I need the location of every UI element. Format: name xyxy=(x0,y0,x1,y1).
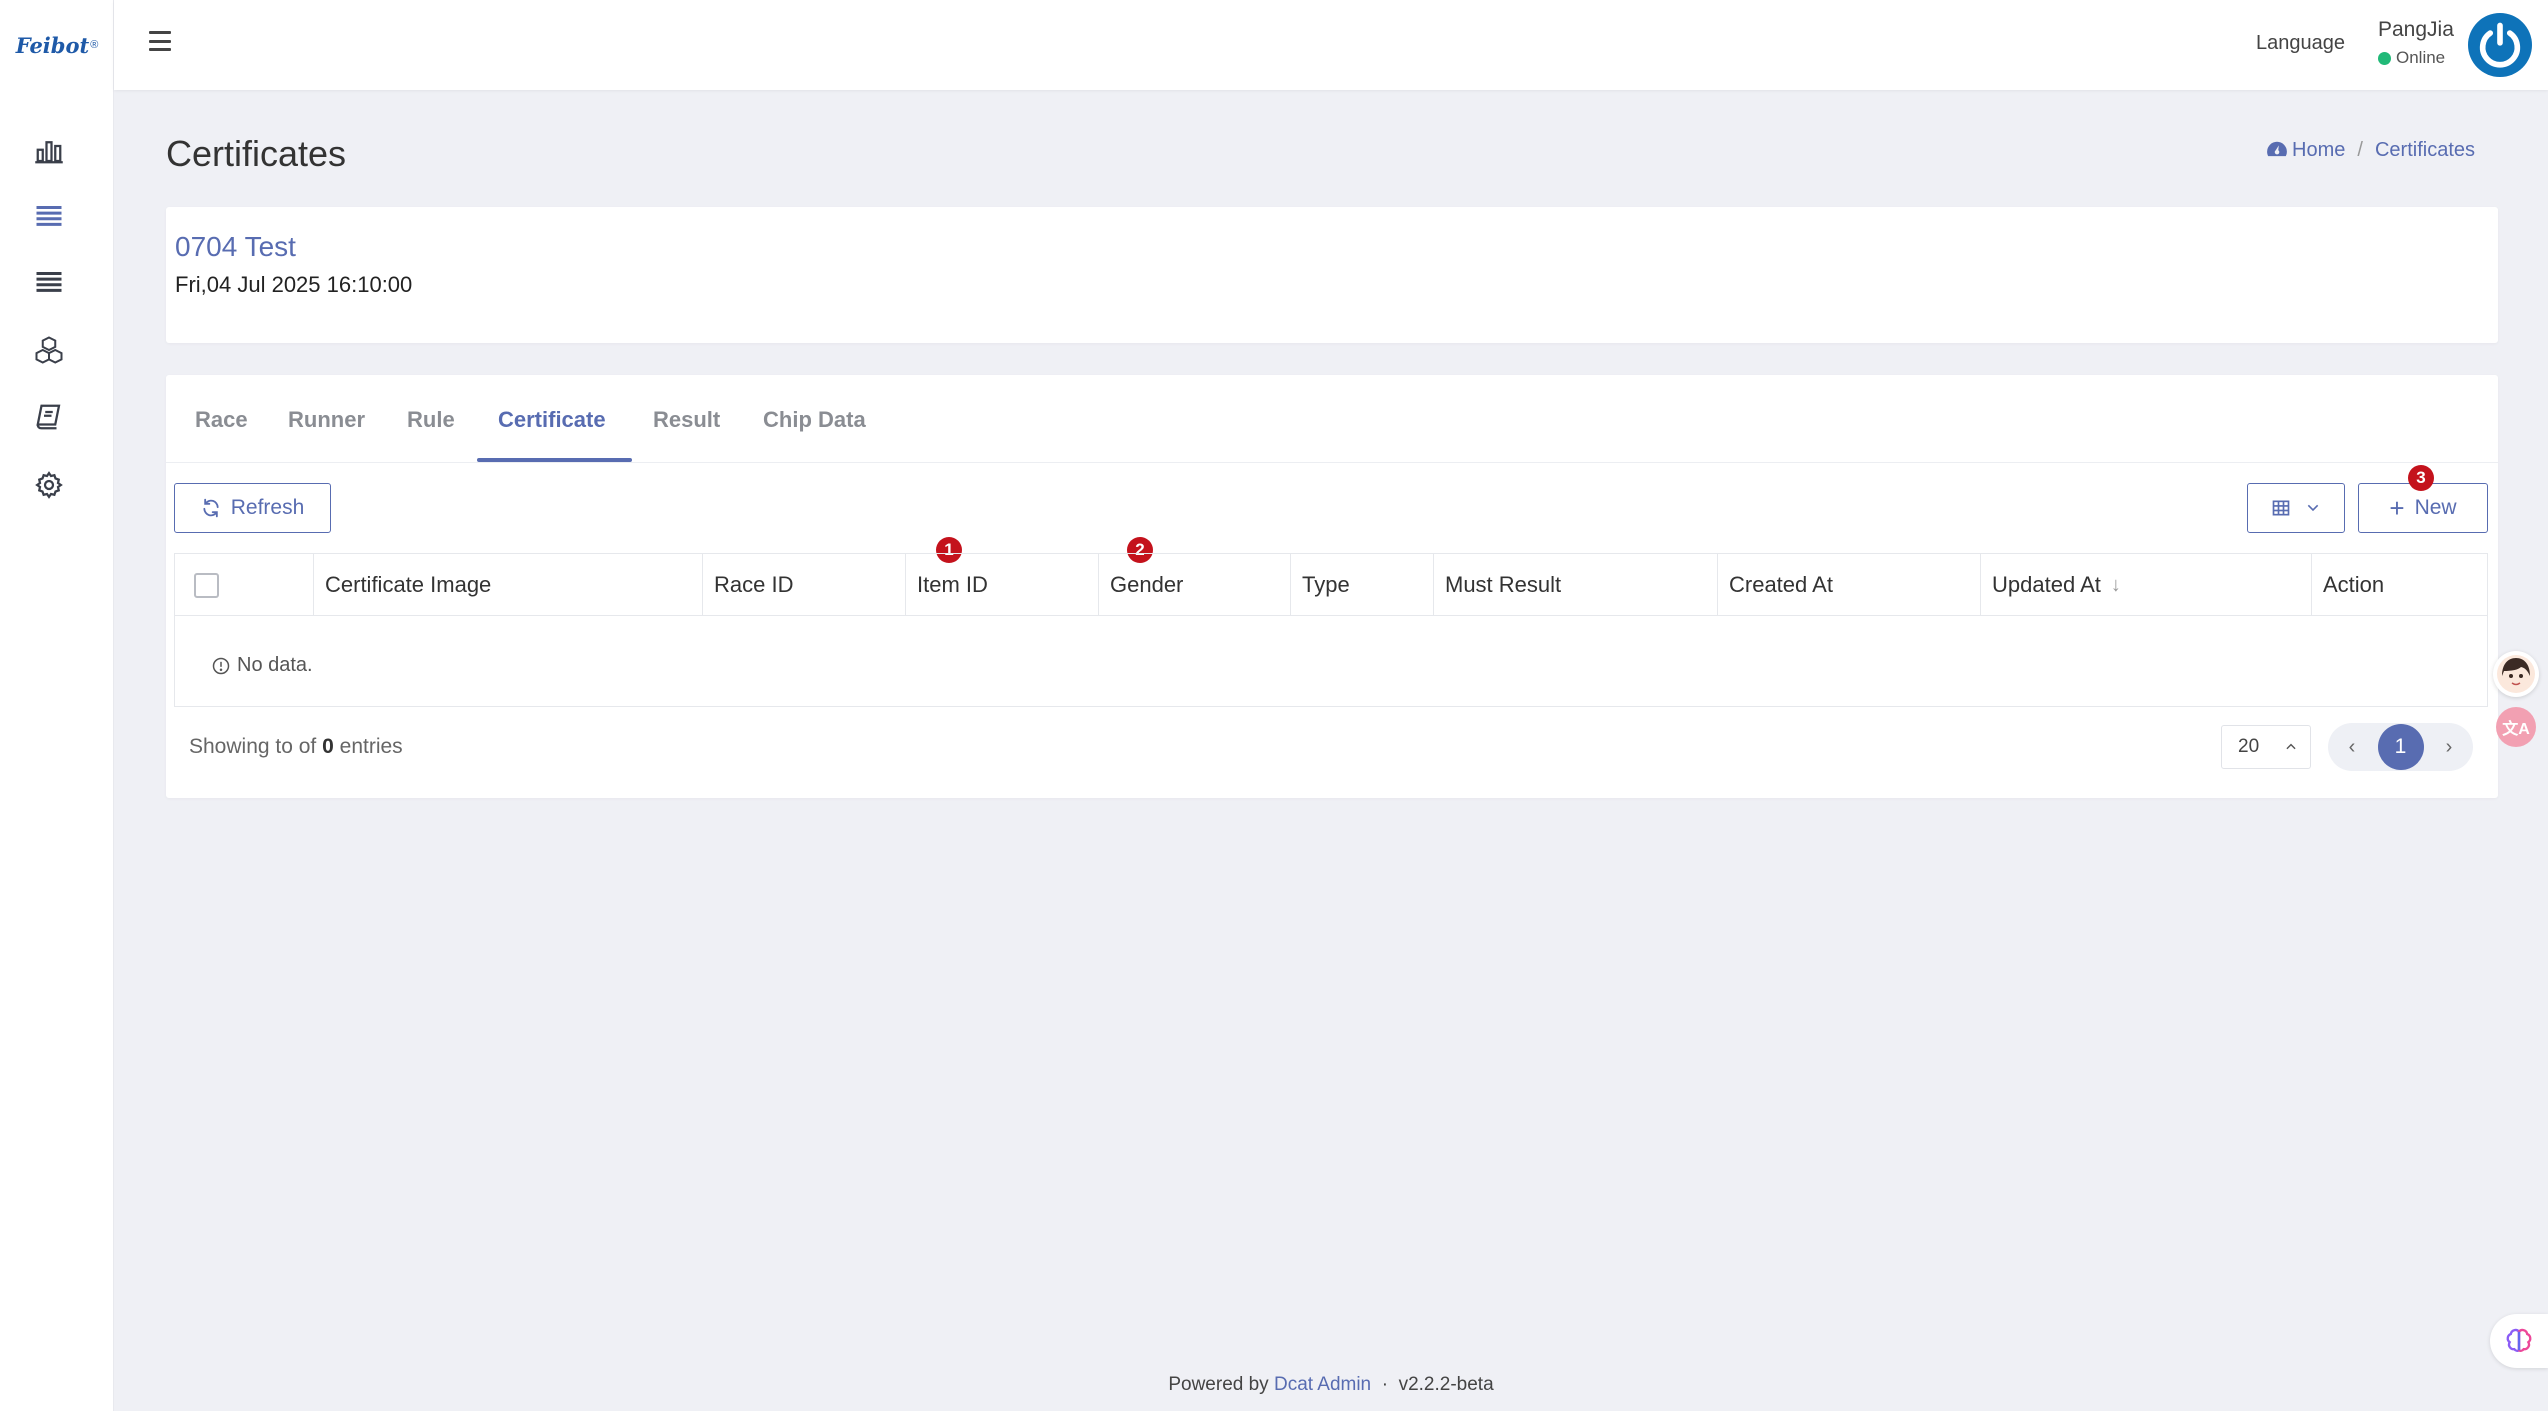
brain-icon xyxy=(2506,1328,2532,1352)
breadcrumb-home-label: Home xyxy=(2292,139,2346,161)
breadcrumb: Home / Certificates xyxy=(2266,139,2475,162)
user-name[interactable]: PangJia xyxy=(2378,18,2454,42)
annotation-badge-3: 3 xyxy=(2408,465,2434,491)
breadcrumb-separator: / xyxy=(2357,139,2363,161)
column-header-certificate-image[interactable]: Certificate Image xyxy=(314,554,703,616)
entries-summary: Showing to of 0 entries xyxy=(189,735,403,759)
gear-icon xyxy=(35,471,63,499)
sidebar-item-races[interactable] xyxy=(29,196,69,236)
chevron-down-icon xyxy=(2307,504,2319,512)
list-icon xyxy=(36,272,62,292)
next-page-button[interactable]: › xyxy=(2433,736,2465,759)
column-header-gender[interactable]: Gender xyxy=(1099,554,1291,616)
dashboard-icon xyxy=(2267,141,2287,157)
tab-chip-data[interactable]: Chip Data xyxy=(763,407,866,433)
ai-assistant-widget[interactable] xyxy=(2490,1314,2548,1368)
sidebar: Feibot ® xyxy=(0,0,114,1411)
online-status-dot xyxy=(2378,51,2391,65)
sidebar-item-dashboard[interactable] xyxy=(29,131,69,171)
race-title[interactable]: 0704 Test xyxy=(175,231,296,263)
hamburger-icon xyxy=(149,31,171,34)
menu-toggle-button[interactable] xyxy=(144,26,176,56)
race-date: Fri,04 Jul 2025 16:10:00 xyxy=(175,272,413,297)
footer-dot: · xyxy=(1381,1374,1389,1395)
column-header-created-at[interactable]: Created At xyxy=(1718,554,1981,616)
plus-icon: + xyxy=(2389,493,2405,523)
column-header-must-result[interactable]: Must Result xyxy=(1434,554,1718,616)
entries-suffix: entries xyxy=(339,735,403,758)
breadcrumb-current: Certificates xyxy=(2374,139,2475,161)
sidebar-item-list[interactable] xyxy=(29,262,69,302)
assistant-avatar-widget[interactable] xyxy=(2493,651,2539,697)
book-icon xyxy=(36,404,61,430)
column-header-updated-at[interactable]: Updated At ↓ xyxy=(1981,554,2312,616)
user-status: Online xyxy=(2378,48,2445,68)
info-circle-icon xyxy=(212,657,230,674)
entries-prefix: Showing to of xyxy=(189,735,317,758)
refresh-button[interactable]: Refresh xyxy=(174,483,331,533)
select-all-checkbox[interactable] xyxy=(194,572,219,598)
tab-certificate[interactable]: Certificate xyxy=(498,407,606,433)
user-status-text: Online xyxy=(2396,48,2446,67)
tab-runner[interactable]: Runner xyxy=(288,407,365,433)
assistant-face-icon xyxy=(2497,655,2535,693)
certificate-grid-card: Race Runner Rule Certificate Result Chip… xyxy=(166,375,2498,798)
translate-icon: 文A xyxy=(2502,721,2530,738)
page-footer: Powered by Dcat Admin · v2.2.2-beta xyxy=(0,1374,2548,1396)
avatar[interactable] xyxy=(2468,13,2532,77)
table-icon xyxy=(2272,500,2290,516)
refresh-icon xyxy=(203,498,219,518)
entries-total: 0 xyxy=(322,735,334,758)
bar-chart-icon xyxy=(35,141,63,164)
top-header: Language xyxy=(114,0,2548,90)
power-icon xyxy=(2479,22,2521,68)
sidebar-item-modules[interactable] xyxy=(29,330,69,370)
sidebar-item-settings[interactable] xyxy=(29,465,69,505)
footer-dcat-admin-link[interactable]: Dcat Admin xyxy=(1274,1374,1371,1395)
column-header-race-id[interactable]: Race ID xyxy=(703,554,906,616)
page-number-current[interactable]: 1 xyxy=(2377,724,2424,770)
tab-race[interactable]: Race xyxy=(195,407,248,433)
empty-state: No data. xyxy=(211,654,313,677)
column-header-action: Action xyxy=(2323,572,2385,597)
logo-registered-mark: ® xyxy=(90,39,99,51)
list-icon xyxy=(36,206,62,226)
tab-result[interactable]: Result xyxy=(653,407,720,433)
column-header-item-id[interactable]: Item ID xyxy=(906,554,1099,616)
breadcrumb-home[interactable]: Home xyxy=(2266,139,2345,162)
table-header: Certificate Image Race ID Item ID Gender… xyxy=(175,554,2487,616)
pagination: ‹ 1 › xyxy=(2328,723,2473,771)
tab-bar: Race Runner Rule Certificate Result Chip… xyxy=(166,375,2498,463)
logo-text: Feibot xyxy=(15,32,90,58)
brand-logo[interactable]: Feibot ® xyxy=(0,0,114,90)
select-all-cell xyxy=(175,554,314,616)
sidebar-item-docs[interactable] xyxy=(29,397,69,437)
refresh-label: Refresh xyxy=(230,496,305,519)
tab-rule[interactable]: Rule xyxy=(407,407,455,433)
race-info-card: 0704 Test Fri,04 Jul 2025 16:10:00 xyxy=(166,207,2498,343)
per-page-value: 20 xyxy=(2238,736,2260,757)
column-header-type[interactable]: Type xyxy=(1291,554,1434,616)
active-tab-indicator xyxy=(477,458,632,462)
language-menu[interactable]: Language xyxy=(2256,32,2345,55)
sort-arrow-icon[interactable]: ↓ xyxy=(2111,574,2121,597)
chevron-up-icon xyxy=(2286,743,2296,750)
footer-powered-by: Powered by xyxy=(1168,1374,1269,1395)
footer-version: v2.2.2-beta xyxy=(1398,1374,1494,1395)
translate-widget[interactable]: 文A xyxy=(2496,707,2536,747)
empty-state-text: No data. xyxy=(237,654,313,676)
updated-at-label: Updated At xyxy=(1992,572,2101,597)
column-selector-button[interactable] xyxy=(2247,483,2345,533)
page-title: Certificates xyxy=(166,133,347,174)
prev-page-button[interactable]: ‹ xyxy=(2336,736,2368,759)
per-page-select[interactable]: 20 xyxy=(2221,725,2311,769)
new-label: New xyxy=(2414,496,2457,519)
cubes-icon xyxy=(35,336,63,364)
certificate-table: Certificate Image Race ID Item ID Gender… xyxy=(174,553,2488,707)
